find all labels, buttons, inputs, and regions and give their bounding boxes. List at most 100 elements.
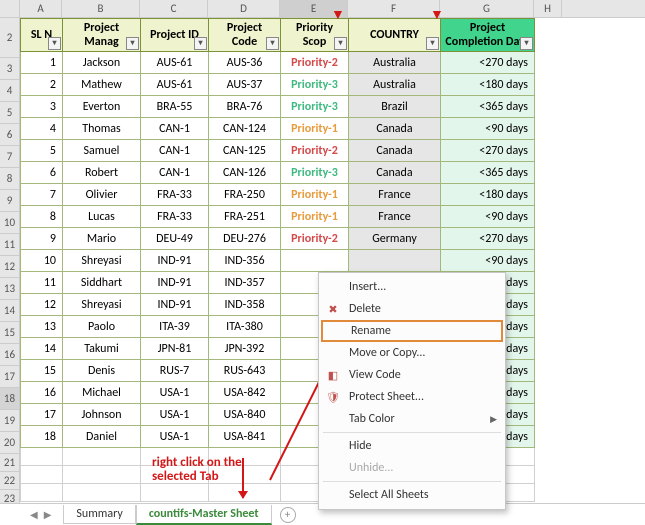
row-header[interactable]: 2: [0, 18, 20, 58]
cell-pm[interactable]: Robert: [63, 162, 141, 184]
cell-pid[interactable]: FRA-33: [141, 206, 209, 228]
row-header[interactable]: 20: [0, 432, 20, 454]
cell-pm[interactable]: Paolo: [63, 316, 141, 338]
cell-country[interactable]: Canada: [349, 140, 441, 162]
cell-sl[interactable]: 8: [21, 206, 63, 228]
cell-sl[interactable]: 5: [21, 140, 63, 162]
cell-priority[interactable]: Priority-3: [281, 162, 349, 184]
cell-pid[interactable]: IND-91: [141, 250, 209, 272]
cell-sl[interactable]: 6: [21, 162, 63, 184]
cell-sl[interactable]: 7: [21, 184, 63, 206]
row-header[interactable]: 10: [0, 212, 20, 234]
cell-pm[interactable]: Michael: [63, 382, 141, 404]
cell-country[interactable]: Canada: [349, 162, 441, 184]
cell-country[interactable]: France: [349, 184, 441, 206]
cell-pid[interactable]: IND-91: [141, 272, 209, 294]
cell-days[interactable]: <90 days: [441, 118, 535, 140]
cell-pcode[interactable]: BRA-76: [209, 96, 281, 118]
cell-country[interactable]: Canada: [349, 118, 441, 140]
th-country[interactable]: COUNTRY▾: [349, 19, 441, 52]
add-sheet-button[interactable]: +: [280, 507, 296, 523]
col-header-g[interactable]: G: [440, 0, 534, 17]
cell-priority[interactable]: Priority-3: [281, 96, 349, 118]
ctx-tabcolor[interactable]: Tab Color▶: [319, 408, 505, 430]
cell-sl[interactable]: 13: [21, 316, 63, 338]
cell-pm[interactable]: Shreyasi: [63, 250, 141, 272]
ctx-protect[interactable]: 🛡Protect Sheet...: [319, 386, 505, 408]
cell-pcode[interactable]: IND-357: [209, 272, 281, 294]
cell-pm[interactable]: Shreyasi: [63, 294, 141, 316]
th-pcode[interactable]: Project Code▾: [209, 19, 281, 52]
filter-icon[interactable]: ▾: [426, 37, 439, 50]
cell-days[interactable]: <180 days: [441, 184, 535, 206]
cell-pm[interactable]: Siddhart: [63, 272, 141, 294]
row-header[interactable]: 11: [0, 234, 20, 256]
cell-pm[interactable]: Takumi: [63, 338, 141, 360]
cell-pcode[interactable]: AUS-36: [209, 52, 281, 74]
col-header-a[interactable]: A: [20, 0, 62, 17]
tab-nav-arrows[interactable]: ◀▶: [30, 508, 51, 521]
cell-sl[interactable]: 3: [21, 96, 63, 118]
cell-sl[interactable]: 14: [21, 338, 63, 360]
cell-sl[interactable]: 10: [21, 250, 63, 272]
filter-icon[interactable]: ▾: [126, 37, 139, 50]
th-pid[interactable]: Project ID▾: [141, 19, 209, 52]
cell-country[interactable]: Germany: [349, 228, 441, 250]
cell-sl[interactable]: 17: [21, 404, 63, 426]
row-header[interactable]: 9: [0, 190, 20, 212]
row-header[interactable]: 19: [0, 410, 20, 432]
cell-pcode[interactable]: CAN-125: [209, 140, 281, 162]
row-header[interactable]: 3: [0, 58, 20, 80]
cell-priority[interactable]: [281, 250, 349, 272]
col-header-c[interactable]: C: [140, 0, 208, 17]
cell-days[interactable]: <90 days: [441, 250, 535, 272]
cell-sl[interactable]: 16: [21, 382, 63, 404]
cell-pcode[interactable]: FRA-250: [209, 184, 281, 206]
cell-pid[interactable]: DEU-49: [141, 228, 209, 250]
filter-icon[interactable]: ▾: [520, 37, 533, 50]
cell-sl[interactable]: 1: [21, 52, 63, 74]
filter-icon[interactable]: ▾: [48, 37, 61, 50]
cell-pid[interactable]: BRA-55: [141, 96, 209, 118]
ctx-move[interactable]: Move or Copy...: [319, 342, 505, 364]
cell-sl[interactable]: 11: [21, 272, 63, 294]
filter-icon[interactable]: ▾: [194, 37, 207, 50]
cell-pid[interactable]: CAN-1: [141, 118, 209, 140]
cell-days[interactable]: <365 days: [441, 96, 535, 118]
cell-pcode[interactable]: JPN-392: [209, 338, 281, 360]
row-header[interactable]: 8: [0, 168, 20, 190]
row-header[interactable]: 14: [0, 300, 20, 322]
ctx-rename[interactable]: Rename: [321, 320, 503, 342]
row-header[interactable]: 13: [0, 278, 20, 300]
cell-pcode[interactable]: CAN-124: [209, 118, 281, 140]
cell-pcode[interactable]: IND-356: [209, 250, 281, 272]
cell-sl[interactable]: 15: [21, 360, 63, 382]
cell-pm[interactable]: Mario: [63, 228, 141, 250]
row-header[interactable]: 4: [0, 80, 20, 102]
col-header-h[interactable]: H: [534, 0, 562, 17]
cell-country[interactable]: Australia: [349, 74, 441, 96]
filter-icon[interactable]: ▾: [334, 37, 347, 50]
cell-pid[interactable]: CAN-1: [141, 140, 209, 162]
cell-pid[interactable]: CAN-1: [141, 162, 209, 184]
cell-pid[interactable]: IND-91: [141, 294, 209, 316]
cell-pid[interactable]: JPN-81: [141, 338, 209, 360]
ctx-selectall[interactable]: Select All Sheets: [319, 484, 505, 506]
row-header[interactable]: 15: [0, 322, 20, 344]
chevron-left-icon[interactable]: ◀: [30, 508, 38, 521]
cell-pm[interactable]: Everton: [63, 96, 141, 118]
th-scope[interactable]: Priority Scop▾: [281, 19, 349, 52]
cell-days[interactable]: <270 days: [441, 52, 535, 74]
row-header[interactable]: 5: [0, 102, 20, 124]
row-header[interactable]: 21: [0, 454, 20, 472]
cell-pid[interactable]: RUS-7: [141, 360, 209, 382]
cell-pcode[interactable]: DEU-276: [209, 228, 281, 250]
cell-country[interactable]: [349, 250, 441, 272]
ctx-delete[interactable]: ✖Delete: [319, 298, 505, 320]
cell-pid[interactable]: USA-1: [141, 382, 209, 404]
cell-pid[interactable]: USA-1: [141, 404, 209, 426]
ctx-viewcode[interactable]: ◧View Code: [319, 364, 505, 386]
row-header[interactable]: 17: [0, 366, 20, 388]
cell-pcode[interactable]: RUS-643: [209, 360, 281, 382]
cell-days[interactable]: <270 days: [441, 228, 535, 250]
